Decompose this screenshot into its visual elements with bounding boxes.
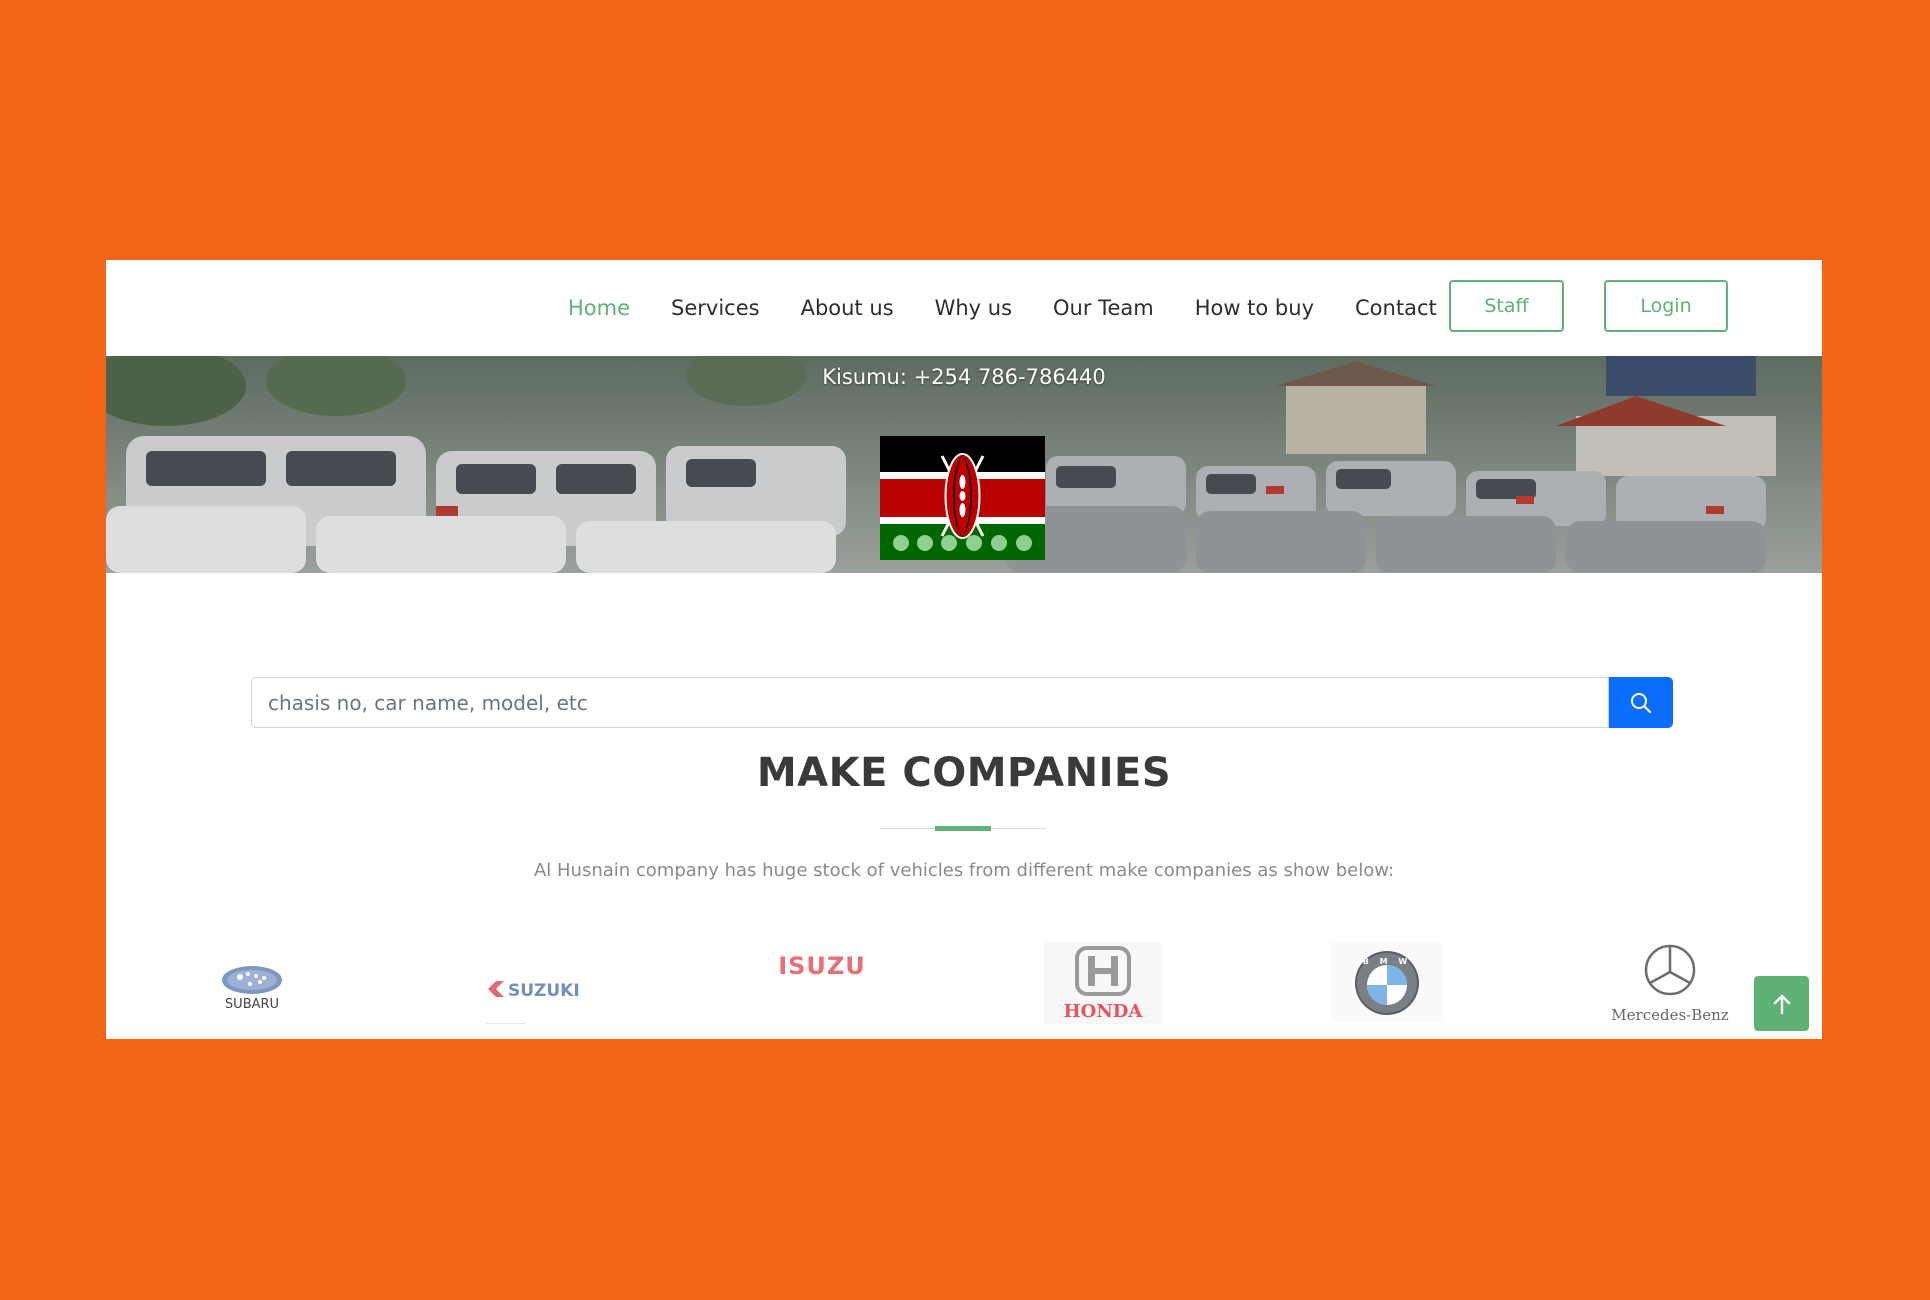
suzuki-logo-text: SUZUKI bbox=[508, 981, 580, 1001]
bmw-logo-text: B M W bbox=[1363, 957, 1411, 966]
login-button[interactable]: Login bbox=[1604, 280, 1728, 332]
nav-our-team[interactable]: Our Team bbox=[1053, 296, 1154, 320]
kenya-flag-icon bbox=[880, 436, 1045, 560]
section-description: Al Husnain company has huge stock of veh… bbox=[533, 860, 1395, 881]
nav-why-us[interactable]: Why us bbox=[935, 296, 1012, 320]
title-divider-accent bbox=[935, 826, 991, 831]
nav-links: Home Services About us Why us Our Team H… bbox=[568, 260, 1478, 356]
nav-services[interactable]: Services bbox=[671, 296, 760, 320]
subaru-logo-text: SUBARU bbox=[225, 997, 279, 1012]
nav-contact[interactable]: Contact bbox=[1355, 296, 1437, 320]
mercedes-benz-logo-text: Mercedes-Benz bbox=[1611, 1006, 1728, 1024]
mercedes-benz-logo[interactable]: Mercedes-Benz bbox=[1608, 942, 1732, 1028]
section-title: MAKE COMPANIES bbox=[756, 750, 1172, 796]
search-icon bbox=[1631, 692, 1652, 713]
honda-logo[interactable]: HONDA bbox=[1044, 942, 1162, 1024]
scroll-to-top-button[interactable] bbox=[1754, 976, 1809, 1031]
search-input[interactable] bbox=[251, 677, 1609, 728]
subaru-logo[interactable]: SUBARU bbox=[212, 960, 294, 1012]
search-bar bbox=[251, 677, 1673, 728]
search-button[interactable] bbox=[1609, 677, 1673, 728]
isuzu-logo-text: ISUZU bbox=[778, 952, 866, 980]
suzuki-logo[interactable]: SUZUKI bbox=[482, 965, 594, 1025]
browser-page: Home Services About us Why us Our Team H… bbox=[106, 260, 1822, 1039]
honda-logo-text: HONDA bbox=[1064, 1001, 1144, 1022]
hero-banner: Kisumu: +254 786-786440 bbox=[106, 356, 1822, 573]
staff-button[interactable]: Staff bbox=[1449, 280, 1564, 332]
bmw-logo[interactable]: B M W bbox=[1331, 942, 1443, 1022]
top-navbar: Home Services About us Why us Our Team H… bbox=[106, 260, 1822, 356]
nav-about-us[interactable]: About us bbox=[801, 296, 894, 320]
contact-phone: Kisumu: +254 786-786440 bbox=[822, 365, 1106, 389]
nav-home[interactable]: Home bbox=[568, 296, 630, 320]
isuzu-logo[interactable]: ISUZU bbox=[772, 946, 872, 986]
nav-how-to-buy[interactable]: How to buy bbox=[1195, 296, 1314, 320]
arrow-up-icon bbox=[1773, 994, 1790, 1014]
